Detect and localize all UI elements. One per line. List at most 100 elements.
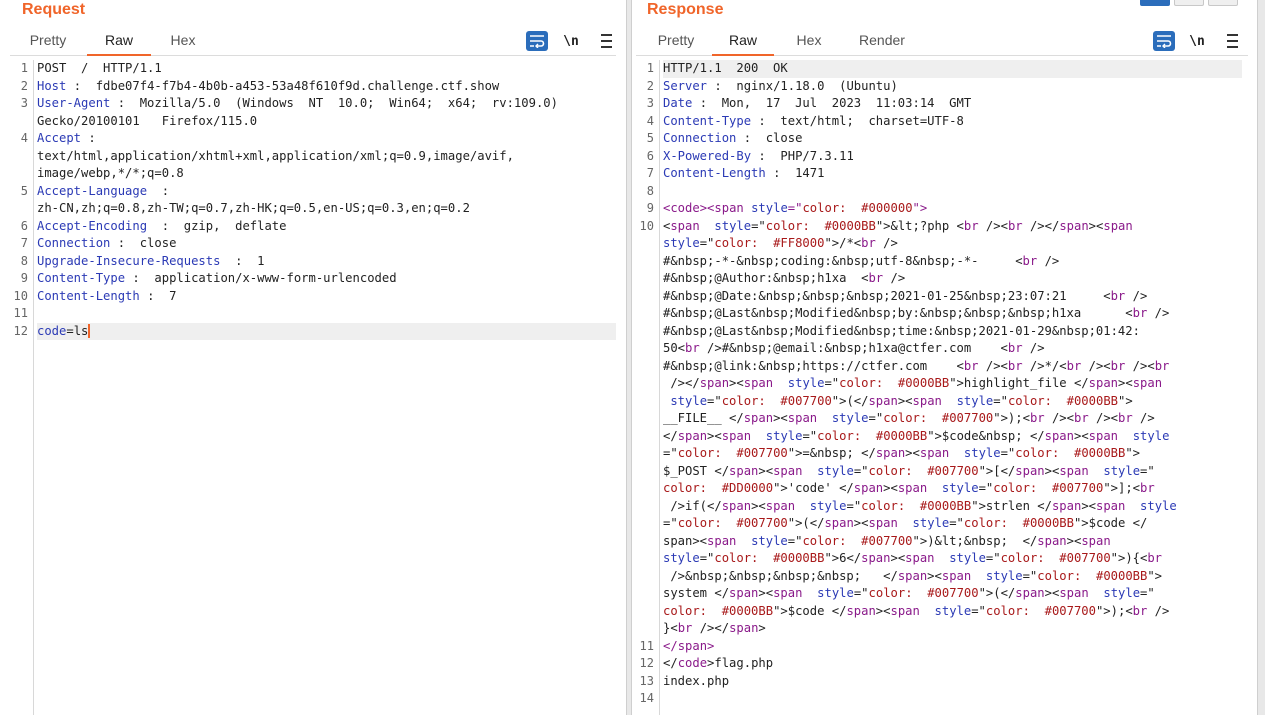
response-body-line: />if(</span><span style="color: #0000BB"… <box>663 498 1177 513</box>
line-number: 2 <box>20 78 28 93</box>
response-line: HTTP/1.1 200 OK <box>663 60 1242 78</box>
request-line: text/html,application/xhtml+xml,applicat… <box>37 148 514 163</box>
request-line: Connection : close <box>37 236 177 250</box>
line-number: 7 <box>646 166 654 180</box>
response-body-line: __FILE__ </span><span style="color: #007… <box>663 411 1155 425</box>
response-body-line: </code>flag.php <box>663 656 774 670</box>
tab-render[interactable]: Render <box>850 32 914 56</box>
line-number: 8 <box>20 253 28 268</box>
response-body-line: </span> <box>663 638 715 653</box>
request-editor[interactable]: 1 2 3 4 5 6 7 8 9 10 11 12 POST / HTTP/1… <box>10 60 616 715</box>
request-line: Gecko/20100101 Firefox/115.0 <box>37 113 258 128</box>
line-number: 4 <box>20 131 28 145</box>
line-gutter: 1 2 3 4 5 6 7 8 9 10 11 12 13 14 <box>636 60 660 715</box>
line-number: 3 <box>646 96 654 110</box>
tab-raw[interactable]: Raw <box>87 32 151 56</box>
response-body-line: />&nbsp;&nbsp;&nbsp;&nbsp; </span><span … <box>663 568 1163 583</box>
response-body-line: </span><span style="color: #0000BB">$cod… <box>663 428 1170 443</box>
response-body-line: /></span><span style="color: #0000BB">hi… <box>663 376 1163 390</box>
request-line: Host : fdbe07f4-f7b4-4b0b-a453-53a48f610… <box>37 78 500 93</box>
response-body-line: ="color: #007700">(</span><span style="c… <box>663 516 1148 530</box>
response-body-line: }<br /></span> <box>663 621 766 635</box>
request-line: Content-Type : application/x-www-form-ur… <box>37 271 397 285</box>
line-number: 8 <box>646 183 654 198</box>
line-number: 10 <box>13 288 28 303</box>
response-body-line: index.php <box>663 673 730 688</box>
layout-toggle-group <box>1140 0 1238 6</box>
response-body-line: color: #DD0000">'code' </span><span styl… <box>663 481 1155 495</box>
response-body-line: style="color: #007700">(</span><span sty… <box>670 393 1133 408</box>
text-caret <box>88 323 91 338</box>
layout-single-icon[interactable] <box>1208 0 1238 6</box>
response-body-line: <code><span style="color: #000000"> <box>663 201 928 215</box>
response-pane: Response Pretty Raw Hex Render \n 1 2 3 … <box>632 0 1258 715</box>
tab-pretty[interactable]: Pretty <box>646 32 706 56</box>
response-body-line: style="color: #0000BB">6</span><span sty… <box>663 551 1163 565</box>
response-line: Connection : close <box>663 131 803 145</box>
line-number: 11 <box>13 306 28 320</box>
request-line: Content-Length : 7 <box>37 288 177 303</box>
request-line: Upgrade-Insecure-Requests : 1 <box>37 253 265 268</box>
response-line: X-Powered-By : PHP/7.3.11 <box>663 148 854 163</box>
line-number: 10 <box>639 218 654 233</box>
response-body-line: ="color: #007700">=&nbsp; </span><span s… <box>663 446 1141 460</box>
request-line: Accept-Encoding : gzip, deflate <box>37 218 287 233</box>
menu-icon[interactable] <box>1224 31 1240 51</box>
response-tabbar: Pretty Raw Hex Render \n <box>636 28 1248 56</box>
response-body-line: #&nbsp;@Author:&nbsp;h1xa <br /> <box>663 271 906 285</box>
line-number: 9 <box>20 271 28 285</box>
layout-split-icon[interactable] <box>1140 0 1170 6</box>
line-number: 14 <box>639 691 654 705</box>
request-line: User-Agent : Mozilla/5.0 (Windows NT 10.… <box>37 96 558 110</box>
layout-horizontal-icon[interactable] <box>1174 0 1204 6</box>
line-number: 9 <box>646 201 654 215</box>
tab-pretty[interactable]: Pretty <box>18 32 78 56</box>
request-title: Request <box>22 1 86 18</box>
line-number: 13 <box>639 673 654 688</box>
response-body-line: system </span><span style="color: #00770… <box>663 586 1155 600</box>
request-line: Accept-Language : <box>37 183 170 198</box>
line-number: 4 <box>646 113 654 128</box>
tab-hex[interactable]: Hex <box>786 32 832 56</box>
request-line: Accept : <box>37 131 96 145</box>
response-body-line: 50<br />#&nbsp;@email:&nbsp;h1xa@ctfer.c… <box>663 341 1045 355</box>
response-body-line: span><span style="color: #007700">)&lt;&… <box>663 533 1111 548</box>
menu-icon[interactable] <box>598 31 614 51</box>
line-number: 11 <box>639 638 654 653</box>
response-body-line: #&nbsp;@Last&nbsp;Modified&nbsp;time:&nb… <box>663 323 1140 338</box>
response-line: Date : Mon, 17 Jul 2023 11:03:14 GMT <box>663 96 972 110</box>
response-body-line: $_POST </span><span style="color: #00770… <box>663 463 1155 478</box>
response-body-line: #&nbsp;@Date:&nbsp;&nbsp;&nbsp;2021-01-2… <box>663 288 1148 303</box>
response-body-line: <span style="color: #0000BB">&lt;?php <b… <box>663 218 1133 233</box>
response-line: Content-Type : text/html; charset=UTF-8 <box>663 113 964 128</box>
line-gutter: 1 2 3 4 5 6 7 8 9 10 11 12 <box>10 60 34 715</box>
word-wrap-icon[interactable] <box>526 31 548 51</box>
response-line: Content-Length : 1471 <box>663 166 825 180</box>
newline-toggle-icon[interactable]: \n <box>562 31 580 51</box>
request-line: image/webp,*/*;q=0.8 <box>37 166 184 180</box>
response-body-line: color: #0000BB">$code </span><span style… <box>663 603 1170 618</box>
line-number: 5 <box>20 183 28 198</box>
response-body-line: #&nbsp;@Last&nbsp;Modified&nbsp;by:&nbsp… <box>663 306 1170 320</box>
request-line: POST / HTTP/1.1 <box>37 61 162 75</box>
request-pane: Request Pretty Raw Hex \n 1 2 3 4 5 6 7 … <box>0 0 626 715</box>
request-body-line[interactable]: code=ls <box>37 322 616 340</box>
line-number: 6 <box>646 148 654 163</box>
word-wrap-icon[interactable] <box>1153 31 1175 51</box>
response-body-line: style="color: #FF8000">/*<br /> <box>663 236 898 250</box>
right-scroll-edge <box>1257 0 1265 715</box>
line-number: 1 <box>646 61 654 75</box>
response-title: Response <box>647 1 724 18</box>
line-number: 3 <box>20 96 28 110</box>
request-line: zh-CN,zh;q=0.8,zh-TW;q=0.7,zh-HK;q=0.5,e… <box>37 201 470 215</box>
response-editor[interactable]: 1 2 3 4 5 6 7 8 9 10 11 12 13 14 HTTP/1.… <box>636 60 1242 715</box>
request-tabbar: Pretty Raw Hex \n <box>10 28 616 56</box>
response-line: Server : nginx/1.18.0 (Ubuntu) <box>663 78 898 93</box>
line-number: 2 <box>646 78 654 93</box>
tab-raw[interactable]: Raw <box>712 32 774 56</box>
newline-toggle-icon[interactable]: \n <box>1188 31 1206 51</box>
line-number: 1 <box>20 61 28 75</box>
line-number: 6 <box>20 218 28 233</box>
line-number: 12 <box>13 323 28 338</box>
tab-hex[interactable]: Hex <box>160 32 206 56</box>
